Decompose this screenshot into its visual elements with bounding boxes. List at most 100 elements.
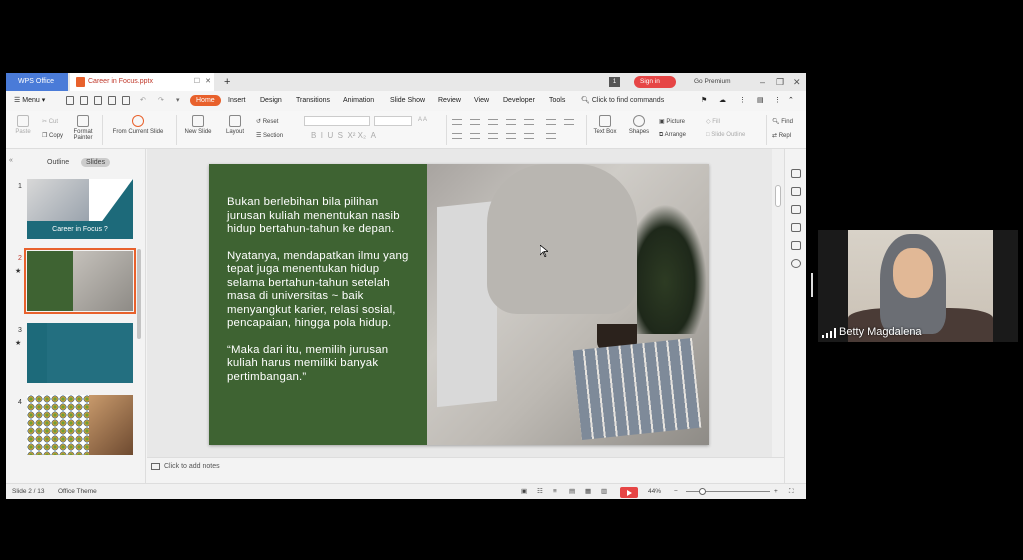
justify-icon[interactable] (506, 133, 516, 139)
outdent-icon[interactable] (506, 119, 516, 125)
shapes-button[interactable]: Shapes (624, 115, 654, 135)
slide-thumbnail-4[interactable] (27, 395, 133, 455)
redo-icon[interactable]: ↷ (158, 91, 164, 111)
copy-button[interactable]: ❐ Copy (42, 132, 63, 139)
slide-thumbnail-1[interactable]: Career in Focus ? (27, 179, 133, 239)
new-slide-button[interactable]: New Slide (180, 115, 216, 135)
play-slideshow-button[interactable] (620, 487, 638, 498)
normal-view-icon[interactable]: ▤ (569, 484, 575, 499)
slide-text-box[interactable]: Bukan berlebihan bila pilihan jurusan ku… (227, 196, 417, 397)
tab-transitions[interactable]: Transitions (296, 91, 330, 111)
slide-thumbnail-2[interactable] (24, 248, 136, 314)
customize-arrow-icon[interactable]: ▾ (176, 91, 180, 111)
collab-icon[interactable]: ≡ (553, 484, 557, 499)
tab-home[interactable]: Home (190, 95, 221, 106)
reset-button[interactable]: ↺ Reset (256, 118, 278, 125)
slide-sorter-icon[interactable]: ▦ (585, 484, 591, 499)
tab-animation[interactable]: Animation (343, 91, 374, 111)
properties-icon[interactable] (791, 205, 801, 214)
indent-icon[interactable] (488, 119, 498, 125)
find-commands-search[interactable]: 🔍︎ Click to find commands (581, 91, 664, 111)
slide-thumbnail-3[interactable] (27, 323, 133, 383)
fill-button[interactable]: ◇ Fill (706, 118, 720, 125)
pin-icon[interactable]: ☐ (194, 73, 200, 91)
tab-review[interactable]: Review (438, 91, 461, 111)
zoom-out-icon[interactable]: − (674, 484, 678, 499)
export-pdf-icon[interactable] (94, 96, 102, 105)
text-box-button[interactable]: Text Box (590, 115, 620, 135)
more-icon[interactable]: ⋮ (739, 91, 746, 111)
format-painter-button[interactable]: Format Painter (68, 115, 98, 141)
slide-outline-button[interactable]: □ Slide Outline (706, 132, 745, 138)
current-slide[interactable]: Bukan berlebihan bila pilihan jurusan ku… (209, 164, 709, 445)
close-tab-icon[interactable]: ✕ (205, 73, 211, 91)
maximize-icon[interactable]: ❐ (776, 73, 784, 91)
text-format-buttons[interactable]: B I U S X² X₂ A (311, 131, 376, 140)
minimize-icon[interactable]: – (760, 73, 765, 91)
slide-photo[interactable] (427, 164, 709, 445)
save-icon[interactable] (80, 96, 88, 105)
zoom-slider-handle[interactable] (699, 488, 706, 495)
find-button[interactable]: 🔍︎ Find (772, 118, 793, 125)
theme-name[interactable]: Office Theme (58, 484, 97, 499)
scroll-thumb[interactable] (775, 185, 781, 207)
align-text-icon[interactable] (546, 133, 556, 139)
panel-scrollbar[interactable] (137, 249, 141, 339)
print-preview-icon[interactable] (122, 96, 130, 105)
tab-document[interactable]: Career in Focus.pptx ☐ ✕ (70, 73, 214, 91)
cloud-icon[interactable]: ☁ (719, 91, 726, 111)
resize-handle[interactable] (811, 273, 813, 297)
canvas-scrollbar[interactable] (772, 149, 784, 457)
columns-icon[interactable] (564, 119, 574, 125)
tab-developer[interactable]: Developer (503, 91, 535, 111)
notes-toggle-icon[interactable]: ▣ (521, 484, 527, 499)
print-icon[interactable] (108, 96, 116, 105)
replace-button[interactable]: ⇄ Repl (772, 132, 791, 139)
font-name-dropdown[interactable] (304, 116, 370, 126)
tab-outline[interactable]: Outline (47, 159, 69, 166)
collapse-ribbon-icon[interactable]: ⌃ (788, 91, 794, 111)
go-premium-button[interactable]: Go Premium (694, 73, 730, 91)
tab-view[interactable]: View (474, 91, 489, 111)
menu-button[interactable]: ☰ Menu ▾ (14, 91, 45, 111)
bullets-icon[interactable] (452, 119, 462, 125)
settings-icon[interactable] (791, 223, 801, 232)
section-button[interactable]: ☰ Section (256, 132, 283, 139)
paste-button[interactable]: Paste (12, 115, 34, 135)
tab-slide-show[interactable]: Slide Show (390, 91, 425, 111)
line-spacing-icon[interactable] (524, 119, 534, 125)
align-left-icon[interactable] (452, 133, 462, 139)
help-icon[interactable]: ⋮ (774, 91, 781, 111)
align-center-icon[interactable] (470, 133, 480, 139)
from-current-slide-button[interactable]: From Current Slide (106, 115, 170, 135)
close-window-icon[interactable]: ✕ (793, 73, 801, 91)
zoom-in-icon[interactable]: + (774, 484, 778, 499)
text-direction-icon[interactable] (546, 119, 556, 125)
help-circle-icon[interactable] (791, 259, 801, 268)
history-icon[interactable] (791, 241, 801, 250)
comment-icon[interactable]: ▤ (757, 91, 764, 111)
tab-tools[interactable]: Tools (549, 91, 565, 111)
sign-in-button[interactable]: Sign in (634, 76, 676, 88)
slide-design-icon[interactable] (791, 169, 801, 178)
distribute-icon[interactable] (524, 133, 534, 139)
align-right-icon[interactable] (488, 133, 498, 139)
picture-button[interactable]: ▣ Picture (659, 118, 685, 125)
tab-design[interactable]: Design (260, 91, 282, 111)
zoom-level[interactable]: 44% (648, 484, 661, 499)
collapse-panel-icon[interactable]: « (9, 157, 13, 164)
layout-button[interactable]: Layout (220, 115, 250, 135)
increase-font-icon[interactable]: A A (418, 117, 427, 123)
tab-slides[interactable]: Slides (81, 158, 111, 167)
share-icon[interactable]: ⚑ (701, 91, 707, 111)
tab-wps-office[interactable]: WPS Office (6, 73, 68, 91)
font-size-dropdown[interactable] (374, 116, 412, 126)
new-tab-plus-icon[interactable]: + (224, 73, 230, 91)
numbering-icon[interactable] (470, 119, 480, 125)
undo-icon[interactable]: ↶ (140, 91, 146, 111)
arrange-button[interactable]: ⧉ Arrange (659, 132, 686, 139)
animation-icon[interactable] (791, 187, 801, 196)
comment-toggle-icon[interactable]: ☷ (537, 484, 543, 499)
fit-window-icon[interactable]: ⛶ (789, 484, 794, 499)
webcam-tile[interactable]: Betty Magdalena (818, 230, 1018, 342)
